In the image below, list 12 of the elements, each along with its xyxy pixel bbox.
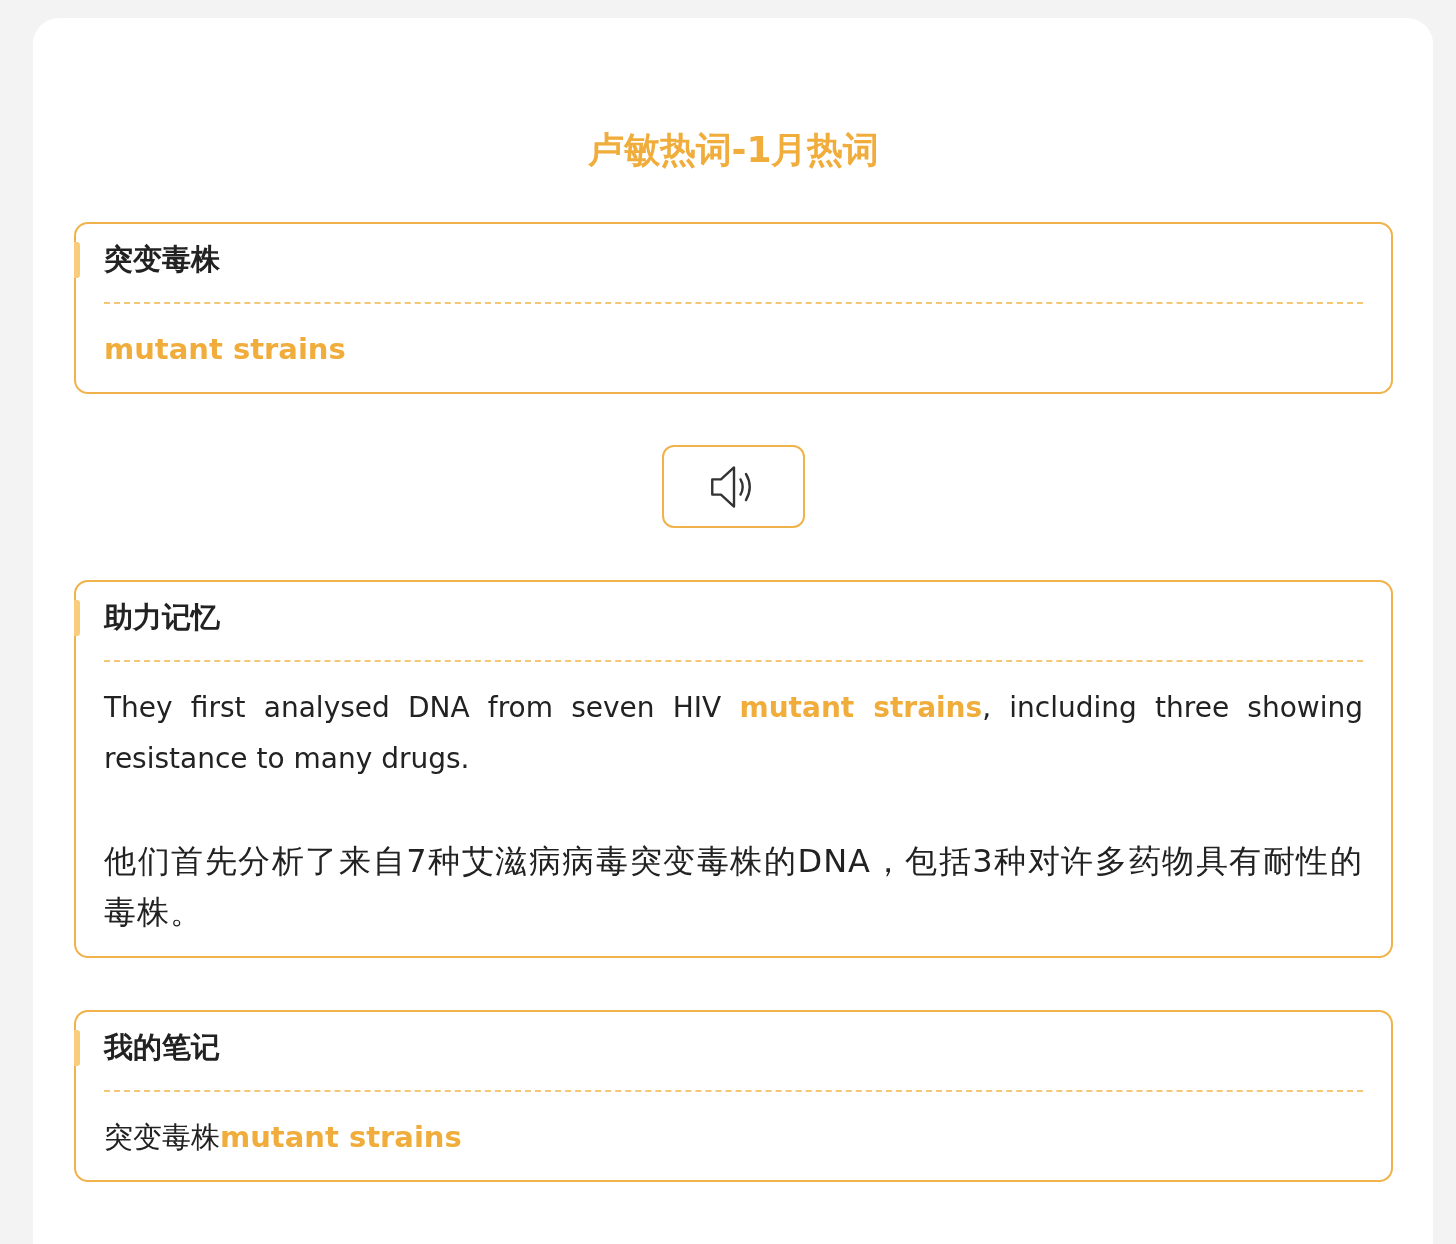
card-heading: 突变毒株 bbox=[104, 241, 220, 278]
play-audio-button[interactable] bbox=[662, 445, 805, 528]
card-heading: 我的笔记 bbox=[104, 1029, 220, 1066]
word-text: mutant strains bbox=[104, 331, 347, 368]
accent-bar bbox=[74, 600, 80, 636]
note-text: 突变毒株mutant strains bbox=[104, 1119, 463, 1156]
example-paragraph: 他们首先分析了来自7种艾滋病病毒突变毒株的DNA，包括3种对许多药物具有耐性的毒株。 bbox=[104, 841, 1363, 933]
accent-bar bbox=[74, 1030, 80, 1066]
accent-bar bbox=[74, 242, 80, 278]
page-title: 卢敏热词-1月热词 bbox=[586, 128, 881, 172]
example-paragraph: They first analysed DNA from seven HIV mutant strains, including three showing resistance to many drugs. bbox=[104, 690, 1363, 777]
card-heading: 助力记忆 bbox=[104, 599, 220, 636]
